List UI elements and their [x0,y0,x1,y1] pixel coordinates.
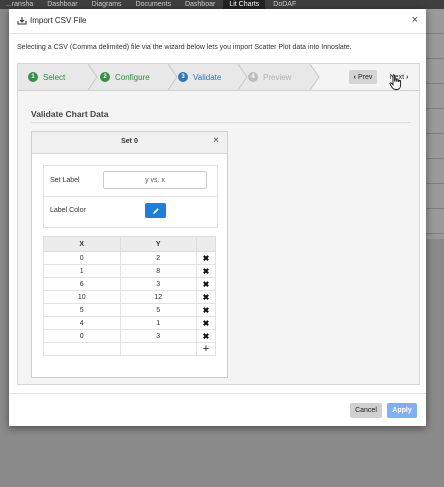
background-side-panel [426,9,444,239]
chevron-separator-icon [310,64,320,90]
table-header-row: X Y [43,236,216,252]
label-color-button[interactable] [145,203,166,218]
cell-y[interactable]: 8 [119,264,197,278]
column-header-x: X [43,236,121,252]
table-row: 4 1 ✖ [43,316,216,330]
cell-x[interactable]: 5 [43,303,121,317]
dialog-title: Import CSV File [17,16,86,25]
cell-x[interactable]: 0 [43,329,121,343]
dialog-title-text: Import CSV File [30,16,87,25]
delete-row-icon[interactable]: ✖ [203,267,210,276]
background-tab[interactable]: Documents [130,0,177,9]
step-label: Validate [193,72,222,82]
import-icon [17,17,27,25]
step-number: 2 [100,72,110,82]
chevron-separator-icon [238,64,248,90]
cell-y[interactable]: 3 [119,329,197,343]
step-preview: 4 Preview [248,64,291,90]
set-title: Set 0 [121,138,138,145]
xy-data-table: X Y 0 2 ✖ 1 8 ✖ 6 3 ✖ 10 12 ✖ 5 5 ✖ 4 1 … [43,236,216,356]
add-row-icon[interactable]: + [203,343,209,355]
background-tab-bar: ...ransha Dashboar Diagrams Documents Da… [0,0,444,9]
set-card-header: Set 0 × [32,132,227,154]
table-row: 5 5 ✖ [43,303,216,317]
background-tab[interactable]: DoDAF [267,0,302,9]
dialog-header: Import CSV File × [9,9,426,34]
step-label: Select [43,72,66,82]
background-tab[interactable]: Dashboar [41,0,83,9]
background-tab[interactable]: Dashboar [179,0,221,9]
prev-label: Prev [357,73,373,81]
cell-y[interactable]: 2 [119,251,197,265]
remove-set-icon[interactable]: × [213,136,219,146]
set-card: Set 0 × Set Label Label Color [31,131,228,378]
delete-row-icon[interactable]: ✖ [203,254,210,263]
background-tab-active[interactable]: Lit Charts [223,0,266,9]
cell-x[interactable]: 4 [43,316,121,330]
delete-row-icon[interactable]: ✖ [203,319,210,328]
apply-button[interactable]: Apply [387,403,417,418]
table-row: 6 3 ✖ [43,277,216,291]
step-number: 4 [248,72,258,82]
cell-x[interactable]: 6 [43,277,121,291]
chevron-separator-icon [88,64,98,90]
pencil-icon [152,207,159,214]
step-label: Preview [263,72,292,82]
step-validate[interactable]: 3 Validate [178,64,221,90]
cell-y[interactable]: 5 [119,303,197,317]
prev-button[interactable]: ‹ Prev [349,70,377,84]
step-number: 1 [28,72,38,82]
step-configure[interactable]: 2 Configure [100,64,150,90]
cell-y[interactable]: 1 [119,316,197,330]
table-row: 10 12 ✖ [43,290,216,304]
cancel-button[interactable]: Cancel [350,403,382,418]
add-row: + [43,342,216,356]
step-number: 3 [178,72,188,82]
cell-x[interactable]: 10 [43,290,121,304]
cell-y[interactable]: 12 [119,290,197,304]
delete-row-icon[interactable]: ✖ [203,332,210,341]
wizard-panel: 1 Select 2 Configure 3 Validate 4 Previe… [17,63,420,385]
section-title: Validate Chart Data [31,109,109,119]
set-form: Set Label Label Color [43,165,218,228]
set-label-input[interactable] [103,171,207,189]
cell-y[interactable]: 3 [119,277,197,291]
column-header-actions [196,236,216,252]
cell-x[interactable]: 1 [43,264,121,278]
table-row: 0 3 ✖ [43,329,216,343]
intro-text: Selecting a CSV (Comma delimited) file v… [17,44,352,51]
cell-x[interactable]: 0 [43,251,121,265]
delete-row-icon[interactable]: ✖ [203,293,210,302]
background-tab[interactable]: Diagrams [86,0,128,9]
set-label-row: Set Label [44,166,217,197]
table-row: 0 2 ✖ [43,251,216,265]
step-select[interactable]: 1 Select [28,64,65,90]
wizard-steps: 1 Select 2 Configure 3 Validate 4 Previe… [18,64,419,91]
set-label-caption: Set Label [50,177,80,184]
chevron-separator-icon [168,64,178,90]
delete-row-icon[interactable]: ✖ [203,306,210,315]
divider [31,122,411,123]
footer-divider [9,393,426,394]
close-icon[interactable]: × [412,15,418,26]
chevron-right-icon: › [406,73,409,81]
background-tab[interactable]: ...ransha [0,0,39,9]
column-header-y: Y [119,236,197,252]
delete-row-icon[interactable]: ✖ [203,280,210,289]
chevron-left-icon: ‹ [353,73,356,81]
label-color-row: Label Color [44,196,217,226]
step-label: Configure [115,72,150,82]
hand-cursor-icon [389,74,402,90]
import-csv-dialog: Import CSV File × Selecting a CSV (Comma… [9,9,426,426]
table-row: 1 8 ✖ [43,264,216,278]
label-color-caption: Label Color [50,207,86,214]
